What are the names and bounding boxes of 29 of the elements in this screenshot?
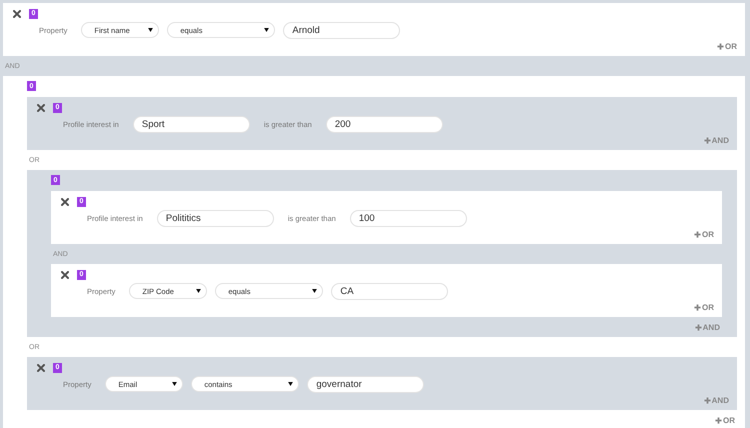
plus-icon — [704, 136, 711, 144]
caret-icon — [264, 28, 270, 32]
text-field[interactable]: CA — [331, 282, 448, 300]
text-field[interactable]: Sport — [132, 116, 250, 132]
caret-icon — [312, 289, 318, 293]
remove-icon[interactable] — [13, 10, 21, 18]
text-field[interactable]: 200 — [326, 116, 443, 132]
caret-icon — [172, 382, 178, 386]
text-field[interactable]: Polititics — [156, 210, 274, 226]
plus-icon — [694, 230, 701, 238]
remove-icon[interactable] — [37, 104, 45, 112]
plus-icon — [704, 396, 711, 404]
add-button[interactable]: OR — [713, 416, 737, 424]
plus-icon — [694, 304, 701, 310]
caret-icon — [288, 382, 294, 386]
remove-icon[interactable] — [61, 270, 69, 278]
remove-icon[interactable] — [37, 364, 45, 372]
plus-icon — [694, 324, 702, 330]
caret-icon — [196, 289, 202, 293]
plus-icon — [717, 42, 724, 50]
remove-icon[interactable] — [61, 198, 69, 206]
caret-icon — [148, 28, 154, 32]
add-button[interactable]: OR — [692, 230, 716, 238]
plus-icon — [715, 416, 722, 424]
add-button[interactable]: OR — [692, 302, 716, 312]
text-field[interactable]: governator — [307, 376, 424, 392]
text-field[interactable]: 100 — [350, 210, 467, 226]
text-field[interactable]: Arnold — [283, 22, 400, 38]
add-button[interactable]: OR — [715, 42, 739, 50]
